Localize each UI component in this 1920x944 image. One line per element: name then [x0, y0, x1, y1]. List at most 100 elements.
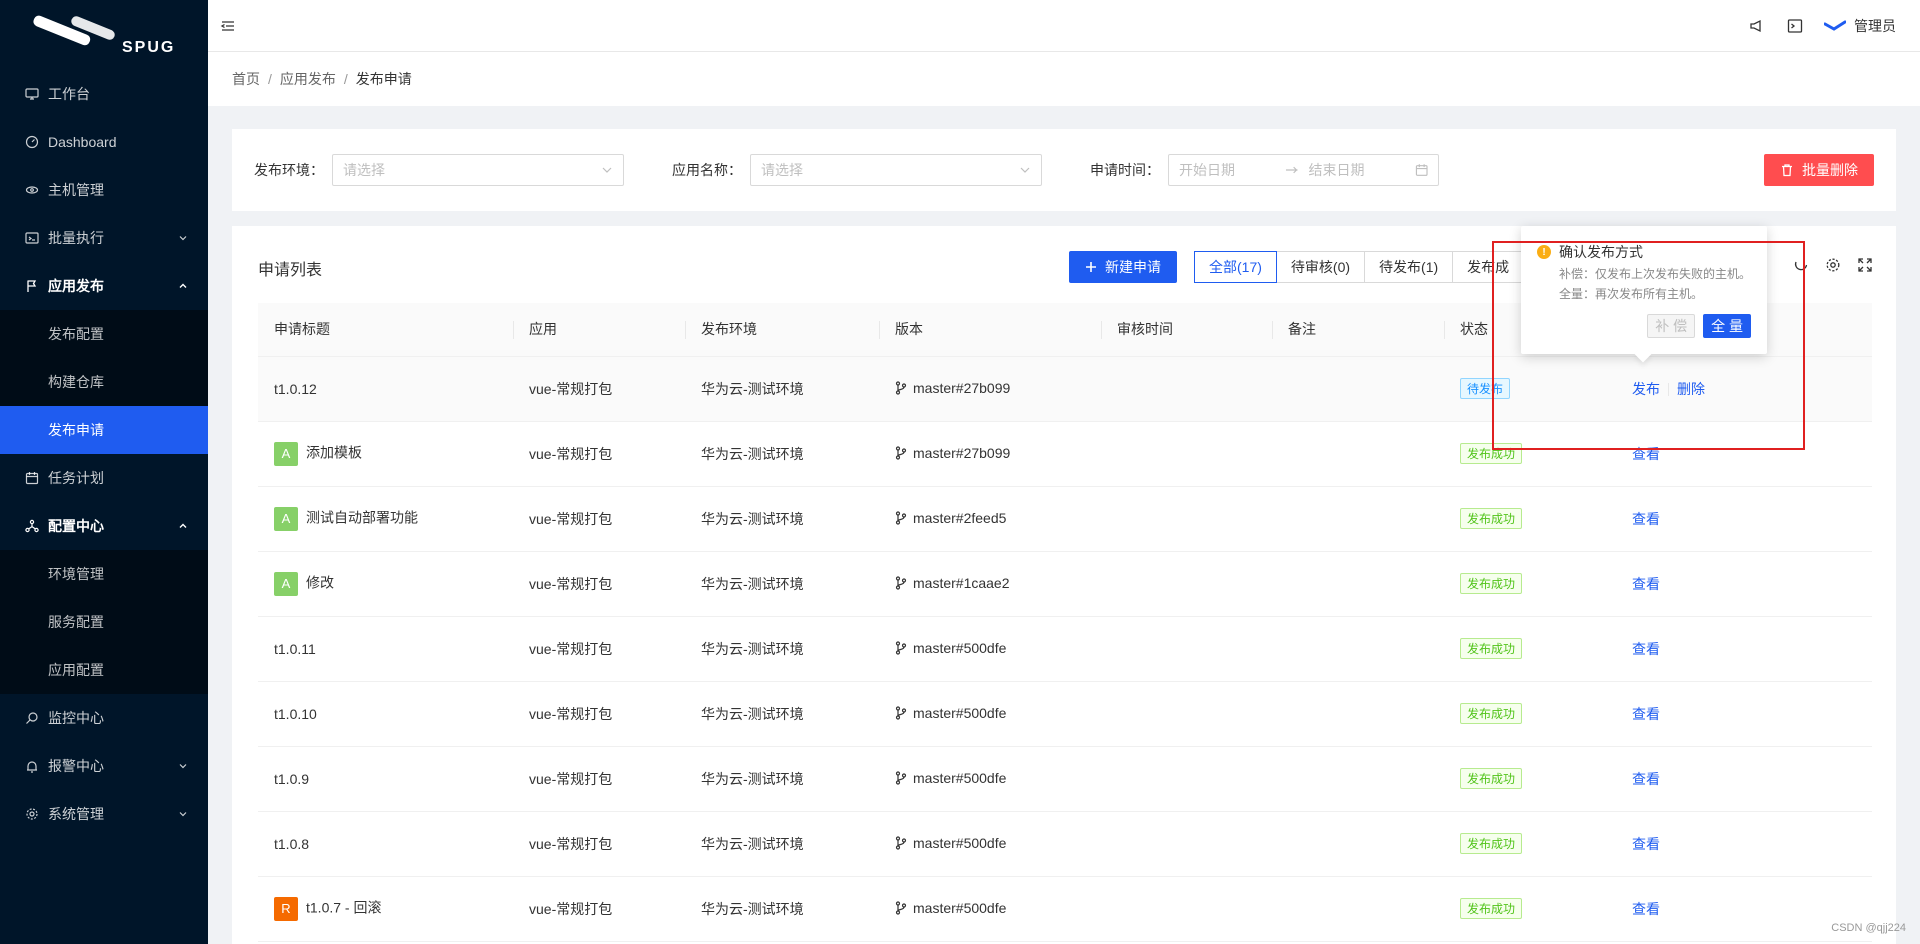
sidebar-item-system[interactable]: 系统管理: [0, 790, 208, 838]
action-link[interactable]: 删除: [1677, 381, 1705, 397]
cloud-icon: [24, 182, 40, 198]
calendar-icon: [1415, 164, 1428, 176]
alert-icon: [24, 758, 40, 774]
sidebar-item-label: 应用发布: [48, 278, 104, 294]
action-link[interactable]: 查看: [1632, 771, 1660, 787]
status-tabs: 全部(17) 待审核(0) 待发布(1) 发布成: [1194, 251, 1525, 283]
request-table: 申请标题 应用 发布环境 版本 审核时间 备注 状态 操作 t1.0.12vue…: [258, 303, 1872, 942]
tab-pending-review[interactable]: 待审核(0): [1275, 251, 1366, 283]
sidebar-subitem-service[interactable]: 服务配置: [0, 598, 208, 646]
sidebar-subitem-deploy-request[interactable]: 发布申请: [0, 406, 208, 454]
request-title: t1.0.9: [274, 770, 310, 787]
cell-actions: 查看: [1616, 551, 1872, 617]
cell-actions: 查看: [1616, 421, 1872, 487]
app-select-placeholder: 请选择: [761, 162, 803, 178]
action-link[interactable]: 发布: [1632, 381, 1660, 397]
app-filter-label: 应用名称：: [672, 162, 742, 178]
exclamation-icon: !: [1537, 245, 1551, 259]
breadcrumb-separator: /: [343, 71, 348, 87]
version-text: master#27b099: [913, 379, 1011, 396]
app-select[interactable]: 请选择: [750, 154, 1042, 186]
action-link[interactable]: 查看: [1632, 576, 1660, 592]
branch-icon: [895, 770, 907, 785]
partial-deploy-button[interactable]: 补 偿: [1647, 314, 1696, 338]
user-menu[interactable]: 管理员: [1824, 16, 1896, 36]
sidebar-subitem-deploy-config[interactable]: 发布配置: [0, 310, 208, 358]
cell-env: 华为云-测试环境: [685, 681, 879, 747]
action-link[interactable]: 查看: [1632, 706, 1660, 722]
new-request-button[interactable]: 新建申请: [1069, 251, 1177, 283]
table-row: A 添加模板 vue-常规打包 华为云-测试环境 master#27b099 发布成功 查看: [258, 421, 1872, 487]
breadcrumb-current: 发布申请: [355, 71, 412, 87]
branch-icon: [895, 640, 907, 655]
cell-env: 华为云-测试环境: [685, 421, 879, 487]
action-link[interactable]: 查看: [1632, 511, 1660, 527]
cell-title: Rt1.0.7 - 回滚: [258, 876, 513, 942]
cell-version: master#500dfe: [879, 876, 1101, 942]
branch-icon: [895, 705, 907, 720]
cell-remark: [1272, 551, 1444, 617]
col-app: 应用: [513, 303, 685, 357]
table-body: t1.0.12 vue-常规打包 华为云-测试环境 master#27b099 待发布发…: [258, 356, 1872, 942]
spug-logo[interactable]: SPUG: [0, 0, 208, 70]
tab-pending-deploy[interactable]: 待发布(1): [1364, 251, 1454, 283]
menu-fold-icon[interactable]: [220, 18, 236, 34]
sidebar-item-dashboard[interactable]: Dashboard: [0, 118, 208, 166]
sidebar-item-workbench[interactable]: 工作台: [0, 70, 208, 118]
sidebar-subitem-build-repo[interactable]: 构建仓库: [0, 358, 208, 406]
status-badge: 发布成功: [1460, 638, 1523, 659]
sidebar-subitem-env[interactable]: 环境管理: [0, 550, 208, 598]
env-select[interactable]: 请选择: [332, 154, 624, 186]
tab-all[interactable]: 全部(17): [1194, 251, 1277, 283]
sidebar-item-hosts[interactable]: 主机管理: [0, 166, 208, 214]
date-range-picker[interactable]: 开始日期 结束日期: [1168, 154, 1439, 186]
fullscreen-icon[interactable]: [1856, 256, 1874, 274]
cell-status: 发布成功: [1444, 421, 1616, 487]
cell-app: vue-常规打包: [513, 421, 685, 487]
cell-version: master#2feed5: [879, 486, 1101, 552]
breadcrumb-deploy[interactable]: 应用发布: [280, 69, 336, 89]
cell-app: vue-常规打包: [513, 551, 685, 617]
breadcrumb-home[interactable]: 首页: [232, 69, 260, 89]
sidebar-item-batch[interactable]: 批量执行: [0, 214, 208, 262]
deployment-icon: [24, 518, 40, 534]
sidebar-item-alarm[interactable]: 报警中心: [0, 742, 208, 790]
branch-icon: [895, 510, 907, 525]
cell-env: 华为云-测试环境: [685, 486, 879, 552]
start-date-input[interactable]: 开始日期: [1179, 160, 1275, 180]
request-title: 添加模板: [306, 444, 362, 461]
action-link[interactable]: 查看: [1632, 901, 1660, 917]
sidebar-item-label: 批量执行: [48, 230, 104, 246]
terminal-icon[interactable]: [1786, 17, 1804, 35]
end-date-input[interactable]: 结束日期: [1309, 160, 1405, 180]
reload-icon[interactable]: [1792, 256, 1810, 274]
cell-status: 发布成功: [1444, 616, 1616, 682]
chevron-down-icon: [179, 236, 187, 241]
action-link[interactable]: 查看: [1632, 641, 1660, 657]
sidebar-item-label: 监控中心: [48, 710, 104, 726]
sidebar-item-config[interactable]: 配置中心: [0, 502, 208, 550]
cell-actions: 查看: [1616, 811, 1872, 877]
cell-review-time: [1101, 811, 1272, 877]
sidebar-item-label: 工作台: [48, 86, 90, 102]
setting-icon[interactable]: [1824, 256, 1842, 274]
request-title: 测试自动部署功能: [306, 509, 418, 526]
breadcrumb: 首页 / 应用发布 / 发布申请: [208, 52, 1920, 106]
sidebar-item-deploy[interactable]: 应用发布: [0, 262, 208, 310]
sidebar-item-monitor[interactable]: 监控中心: [0, 694, 208, 742]
tab-deploy-success[interactable]: 发布成: [1452, 251, 1525, 283]
action-link[interactable]: 查看: [1632, 836, 1660, 852]
action-link[interactable]: 查看: [1632, 446, 1660, 462]
sidebar-item-label: 系统管理: [48, 806, 104, 822]
batch-delete-button[interactable]: 批量删除: [1764, 154, 1874, 186]
col-title: 申请标题: [258, 303, 513, 357]
cell-actions: 查看: [1616, 616, 1872, 682]
sidebar-item-schedule[interactable]: 任务计划: [0, 454, 208, 502]
notification-icon[interactable]: [1748, 17, 1766, 35]
cell-title: t1.0.8: [258, 811, 513, 877]
status-badge: 发布成功: [1460, 833, 1523, 854]
sidebar-subitem-app-config[interactable]: 应用配置: [0, 646, 208, 694]
full-deploy-button[interactable]: 全 量: [1703, 314, 1751, 338]
cell-title: t1.0.10: [258, 681, 513, 747]
cell-remark: [1272, 876, 1444, 942]
